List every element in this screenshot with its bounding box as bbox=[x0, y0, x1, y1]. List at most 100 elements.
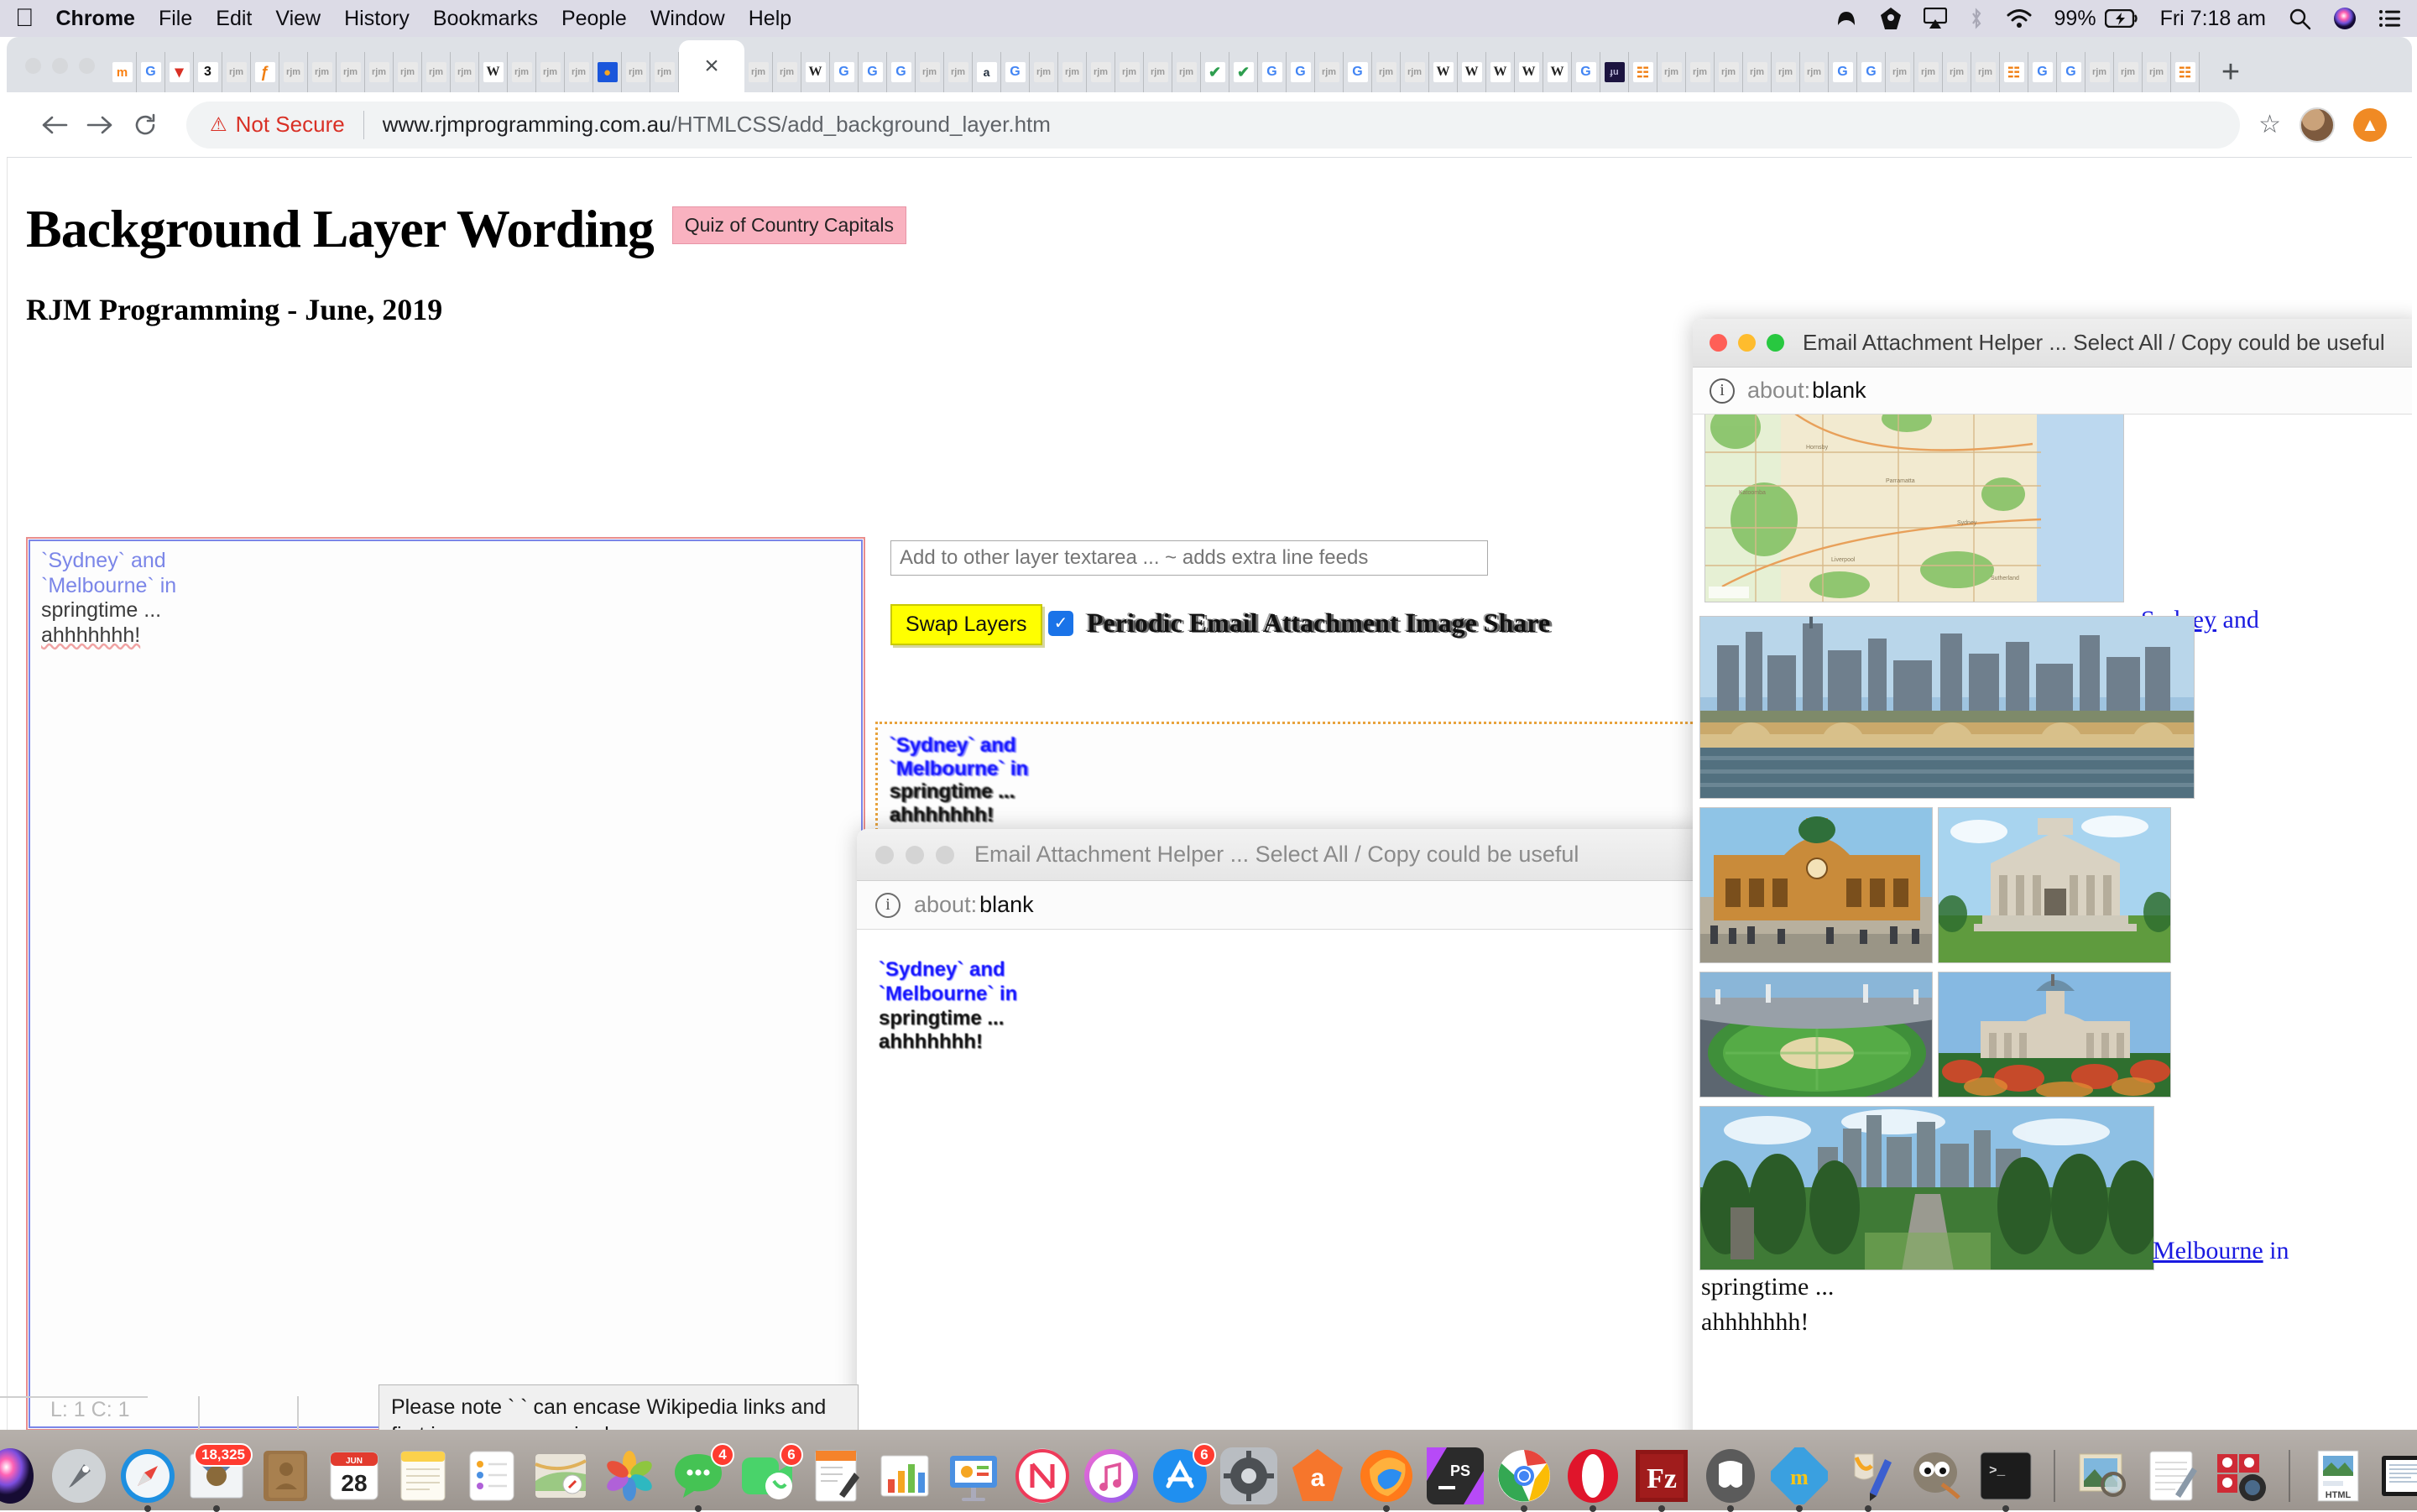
browser-tab[interactable]: G bbox=[137, 52, 165, 92]
quiz-of-country-capitals-badge[interactable]: Quiz of Country Capitals bbox=[672, 206, 906, 244]
browser-tab[interactable]: rjm bbox=[279, 52, 308, 92]
browser-tab[interactable]: rjm bbox=[1943, 52, 1971, 92]
dock-item-terminal[interactable]: >_ bbox=[1975, 1445, 2037, 1507]
browser-tab[interactable]: ✔ bbox=[1201, 52, 1229, 92]
dock-item-gimp[interactable] bbox=[1906, 1445, 1968, 1507]
browser-tab[interactable]: rjm bbox=[650, 52, 679, 92]
popup-right-address-bar[interactable]: i about:blank bbox=[1693, 368, 2412, 414]
close-icon[interactable] bbox=[875, 846, 894, 864]
menu-item-bookmarks[interactable]: Bookmarks bbox=[433, 7, 538, 31]
menu-bar-clock[interactable]: Fri 7:18 am bbox=[2160, 7, 2266, 31]
back-arrow-icon[interactable] bbox=[32, 102, 77, 148]
browser-tab[interactable]: rjm bbox=[1686, 52, 1715, 92]
dock-item-messages[interactable]: 4 bbox=[667, 1445, 729, 1507]
browser-tab[interactable]: ▾ bbox=[165, 52, 194, 92]
close-icon[interactable] bbox=[1710, 334, 1727, 352]
browser-tab[interactable]: rjm bbox=[1971, 52, 2000, 92]
dock-item-photo-booth[interactable] bbox=[2210, 1445, 2272, 1507]
dock-item-firefox[interactable] bbox=[1355, 1445, 1417, 1507]
dock-item-mamp[interactable]: m bbox=[1768, 1445, 1830, 1507]
browser-tab[interactable]: ɟu bbox=[1600, 52, 1629, 92]
browser-tab[interactable]: rjm bbox=[1886, 52, 1914, 92]
browser-tab[interactable]: ✔ bbox=[1229, 52, 1258, 92]
browser-tab[interactable]: rjm bbox=[1315, 52, 1344, 92]
menu-item-view[interactable]: View bbox=[275, 7, 321, 31]
dock-item-maps[interactable] bbox=[530, 1445, 592, 1507]
battery-charging-icon[interactable] bbox=[2105, 9, 2138, 28]
periodic-email-share-option[interactable]: ✓ Periodic Email Attachment Image Share bbox=[1048, 607, 1550, 639]
browser-tab[interactable]: W bbox=[1543, 52, 1572, 92]
dock-item-keynote[interactable] bbox=[942, 1445, 1005, 1507]
security-status[interactable]: ⚠ Not Secure bbox=[210, 112, 345, 138]
browser-tab[interactable]: G bbox=[1829, 52, 1857, 92]
menu-item-history[interactable]: History bbox=[344, 7, 410, 31]
malwarebytes-icon[interactable] bbox=[1835, 7, 1858, 30]
browser-tab[interactable]: G bbox=[887, 52, 916, 92]
dock-item-numbers[interactable] bbox=[874, 1445, 936, 1507]
reload-icon[interactable] bbox=[123, 102, 168, 148]
browser-tab[interactable]: rjm bbox=[1144, 52, 1172, 92]
browser-tab[interactable]: W bbox=[1515, 52, 1543, 92]
popup-center-address-bar[interactable]: i about:blank bbox=[857, 881, 1704, 930]
email-attachment-helper-window-center[interactable]: Email Attachment Helper ... Select All /… bbox=[857, 829, 1704, 1430]
browser-tab[interactable]: rjm bbox=[2114, 52, 2143, 92]
close-icon[interactable]: × bbox=[704, 54, 719, 79]
popup-center-traffic-lights[interactable] bbox=[875, 846, 954, 864]
browser-tab[interactable]: rjm bbox=[2143, 52, 2171, 92]
menu-item-chrome[interactable]: Chrome bbox=[56, 7, 135, 31]
dock-item-textedit[interactable] bbox=[2141, 1445, 2203, 1507]
dock-item-itunes[interactable] bbox=[1080, 1445, 1142, 1507]
browser-tab[interactable]: rjm bbox=[508, 52, 536, 92]
dock-item-html-file[interactable]: HTML bbox=[2307, 1445, 2369, 1507]
browser-tab[interactable]: rjm bbox=[1372, 52, 1401, 92]
email-attachment-helper-window-right[interactable]: Email Attachment Helper ... Select All /… bbox=[1693, 319, 2412, 1430]
browser-tab[interactable]: ☷ bbox=[1629, 52, 1657, 92]
browser-tab[interactable]: W bbox=[479, 52, 508, 92]
avatar[interactable] bbox=[2300, 107, 2335, 143]
browser-tab[interactable]: rjm bbox=[1800, 52, 1829, 92]
dock-item-phpstorm[interactable]: PS bbox=[1424, 1445, 1486, 1507]
dock-item-pages[interactable] bbox=[805, 1445, 867, 1507]
new-tab-button[interactable]: + bbox=[2200, 52, 2262, 92]
browser-tab[interactable]: G bbox=[1344, 52, 1372, 92]
browser-tab[interactable]: G bbox=[859, 52, 887, 92]
browser-tab[interactable]: rjm bbox=[1058, 52, 1087, 92]
bluetooth-icon[interactable] bbox=[1969, 7, 1984, 30]
browser-tab[interactable]: rjm bbox=[222, 52, 251, 92]
tabs-right-group[interactable]: rjmrjmWGGGrjmrjmaGrjmrjmrjmrjmrjmrjm✔✔GG… bbox=[744, 52, 2200, 92]
dock-item-calendar[interactable]: JUN28 bbox=[323, 1445, 385, 1507]
browser-tab[interactable]: G bbox=[1001, 52, 1030, 92]
minimize-icon[interactable] bbox=[52, 58, 68, 74]
avast-icon[interactable] bbox=[1880, 7, 1902, 30]
browser-tab[interactable]: ● bbox=[593, 52, 622, 92]
add-to-other-layer-input[interactable] bbox=[890, 540, 1488, 576]
browser-tab[interactable]: W bbox=[801, 52, 830, 92]
minimize-icon[interactable] bbox=[906, 846, 924, 864]
browser-tab[interactable]: G bbox=[1857, 52, 1886, 92]
minimize-icon[interactable] bbox=[1738, 334, 1756, 352]
background-layer-textarea[interactable]: `Sydney` and `Melbourne` in springtime .… bbox=[26, 537, 865, 1430]
tab-strip[interactable]: mG▾3rjmƒrjmrjmrjmrjmrjmrjmrjmWrjmrjmrjm●… bbox=[7, 37, 2412, 92]
browser-tab[interactable]: rjm bbox=[944, 52, 973, 92]
close-icon[interactable] bbox=[25, 58, 41, 74]
menu-item-edit[interactable]: Edit bbox=[216, 7, 252, 31]
popup-right-title-bar[interactable]: Email Attachment Helper ... Select All /… bbox=[1693, 319, 2412, 368]
dock-item-filezilla[interactable]: Fz bbox=[1631, 1445, 1693, 1507]
browser-tab[interactable]: rjm bbox=[1715, 52, 1743, 92]
dock-item-mail[interactable]: 18,325 bbox=[185, 1445, 248, 1507]
extension-icon[interactable]: ▲ bbox=[2353, 108, 2387, 142]
browser-tab[interactable]: ☷ bbox=[2171, 52, 2200, 92]
browser-tab[interactable]: rjm bbox=[451, 52, 479, 92]
browser-tab[interactable]: rjm bbox=[622, 52, 650, 92]
mac-dock[interactable]: 18,325JUN28466aPSFzm>_HTML bbox=[0, 1430, 2417, 1510]
dock-item-paintbrush[interactable] bbox=[1837, 1445, 1899, 1507]
wifi-icon[interactable] bbox=[2006, 8, 2033, 29]
popup-center-title-bar[interactable]: Email Attachment Helper ... Select All /… bbox=[857, 829, 1704, 881]
dock-item-reminders[interactable] bbox=[461, 1445, 523, 1507]
browser-tab[interactable]: rjm bbox=[394, 52, 422, 92]
menu-item-file[interactable]: File bbox=[159, 7, 192, 31]
siri-icon[interactable] bbox=[2333, 7, 2357, 30]
browser-tab[interactable]: rjm bbox=[1087, 52, 1115, 92]
browser-tab[interactable]: ƒ bbox=[251, 52, 279, 92]
browser-tab[interactable]: rjm bbox=[1743, 52, 1772, 92]
